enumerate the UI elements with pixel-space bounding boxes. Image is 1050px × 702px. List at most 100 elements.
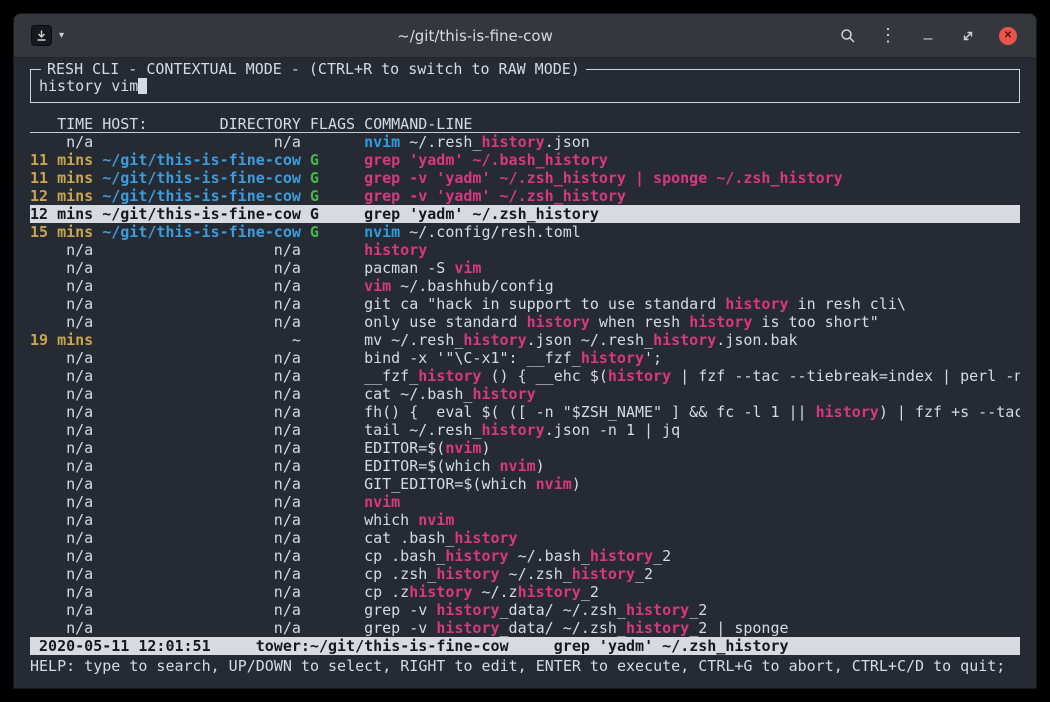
row-command: git ca "hack in support to use standard … <box>364 295 1020 313</box>
row-command: grep -v history_data/ ~/.zsh_history_2 <box>364 601 1020 619</box>
cmd-segment: .json <box>545 133 590 151</box>
history-row[interactable]: n/an/aGIT_EDITOR=$(which nvim) <box>30 475 1020 493</box>
history-row[interactable]: 19 mins~mv ~/.resh_history.json ~/.resh_… <box>30 331 1020 349</box>
row-directory: n/a <box>102 421 301 439</box>
row-command: grep -v history_data/ ~/.zsh_history_2 |… <box>364 619 1020 637</box>
cmd-segment: ) <box>536 457 545 475</box>
titlebar-actions: ⋮ – ✕ <box>834 22 1022 50</box>
history-row[interactable]: n/an/acat ~/.bash_history <box>30 385 1020 403</box>
history-row[interactable]: n/an/agrep -v history_data/ ~/.zsh_histo… <box>30 601 1020 619</box>
history-row[interactable]: n/an/acat .bash_history <box>30 529 1020 547</box>
cmd-segment: _data/ ~/.zsh_ <box>500 619 626 637</box>
cmd-segment: ~/.z <box>472 583 517 601</box>
status-command: grep 'yadm' ~/.zsh_history <box>554 637 789 655</box>
row-flags: G <box>310 169 355 187</box>
cmd-segment: history <box>689 313 752 331</box>
row-time: n/a <box>30 349 93 367</box>
cmd-segment: .json ~/.resh_ <box>527 331 653 349</box>
history-row[interactable]: n/an/acp .bash_history ~/.bash_history_2 <box>30 547 1020 565</box>
history-row[interactable]: n/an/agrep -v history_data/ ~/.zsh_histo… <box>30 619 1020 637</box>
row-time: n/a <box>30 313 93 331</box>
cmd-segment: grep -v <box>364 601 436 619</box>
history-row[interactable]: n/an/anvim ~/.resh_history.json <box>30 133 1020 151</box>
history-row[interactable]: n/an/awhich nvim <box>30 511 1020 529</box>
cmd-segment: history <box>436 565 499 583</box>
row-time: n/a <box>30 457 93 475</box>
minimize-button[interactable]: – <box>914 22 942 50</box>
cmd-segment: git ca "hack in support to use standard <box>364 295 725 313</box>
cmd-segment: | fzf --tac --tiebreak=index | perl -ne <box>671 367 1020 385</box>
cmd-segment: nvim <box>364 133 400 151</box>
history-row[interactable]: n/an/abind -x '"\C-x1": __fzf_history'; <box>30 349 1020 367</box>
cmd-segment: nvim <box>445 439 481 457</box>
history-row[interactable]: n/an/agit ca "hack in support to use sta… <box>30 295 1020 313</box>
row-command: cp .zsh_history ~/.zsh_history_2 <box>364 565 1020 583</box>
row-command: cat ~/.bash_history <box>364 385 1020 403</box>
history-row[interactable]: n/an/atail ~/.resh_history.json -n 1 | j… <box>30 421 1020 439</box>
history-row[interactable]: n/an/ahistory <box>30 241 1020 259</box>
row-flags <box>310 313 355 331</box>
history-row[interactable]: n/an/acp .zhistory ~/.zhistory_2 <box>30 583 1020 601</box>
header-host: HOST: <box>102 115 147 132</box>
search-input[interactable]: history vim <box>39 77 147 95</box>
history-row[interactable]: 11 mins~/git/this-is-fine-cowGgrep 'yadm… <box>30 151 1020 169</box>
row-time: n/a <box>30 259 93 277</box>
history-row-selected[interactable]: 12 mins~/git/this-is-fine-cowGgrep 'yadm… <box>30 205 1020 223</box>
history-row[interactable]: n/an/apacman -S vim <box>30 259 1020 277</box>
cmd-segment: history <box>481 421 544 439</box>
new-tab-button[interactable]: ▾ <box>28 22 67 49</box>
history-row[interactable]: n/an/a__fzf_history () { __ehc $(history… <box>30 367 1020 385</box>
row-command: vim ~/.bashhub/config <box>364 277 1020 295</box>
terminal-content: RESH CLI - CONTEXTUAL MODE - (CTRL+R to … <box>14 59 1036 688</box>
row-time: n/a <box>30 583 93 601</box>
cmd-segment: cp .zsh_ <box>364 565 436 583</box>
cmd-segment: '; <box>644 349 662 367</box>
search-box[interactable]: RESH CLI - CONTEXTUAL MODE - (CTRL+R to … <box>30 69 1020 103</box>
cmd-segment: only use standard <box>364 313 527 331</box>
row-flags <box>310 367 355 385</box>
row-time: n/a <box>30 403 93 421</box>
row-directory: n/a <box>102 547 301 565</box>
cmd-segment: nvim <box>364 493 400 511</box>
row-directory: ~/git/this-is-fine-cow <box>102 169 301 187</box>
row-time: n/a <box>30 493 93 511</box>
cmd-segment: in resh cli\ <box>789 295 906 313</box>
row-time: n/a <box>30 439 93 457</box>
row-flags <box>310 385 355 403</box>
row-directory: n/a <box>102 385 301 403</box>
history-row[interactable]: 15 mins~/git/this-is-fine-cowGnvim ~/.co… <box>30 223 1020 241</box>
row-directory: n/a <box>102 493 301 511</box>
close-button[interactable]: ✕ <box>994 22 1022 50</box>
history-row[interactable]: n/an/aonly use standard history when res… <box>30 313 1020 331</box>
row-directory: n/a <box>102 259 301 277</box>
restore-button[interactable] <box>954 22 982 50</box>
search-button[interactable] <box>834 22 862 50</box>
row-directory: n/a <box>102 313 301 331</box>
row-flags <box>310 457 355 475</box>
history-row[interactable]: n/an/afh() { eval $( ([ -n "$ZSH_NAME" ]… <box>30 403 1020 421</box>
cmd-segment: ~/.bash_ <box>509 547 590 565</box>
history-row[interactable]: n/a n/a nvim <box>30 493 1020 511</box>
cmd-segment: _2 <box>581 583 599 601</box>
cmd-segment: history <box>364 241 427 259</box>
kebab-menu-icon: ⋮ <box>879 25 897 46</box>
cmd-segment: nvim <box>500 457 536 475</box>
history-row[interactable]: n/an/aEDITOR=$(which nvim) <box>30 457 1020 475</box>
row-flags: G <box>310 187 355 205</box>
row-time: n/a <box>30 421 93 439</box>
history-row[interactable]: 12 mins~/git/this-is-fine-cowGgrep -v 'y… <box>30 187 1020 205</box>
history-row[interactable]: 11 mins~/git/this-is-fine-cowGgrep -v 'y… <box>30 169 1020 187</box>
cmd-segment: history <box>436 619 499 637</box>
text-cursor <box>138 78 147 94</box>
row-time: 12 mins <box>30 187 93 205</box>
row-flags: G <box>310 205 355 223</box>
menu-button[interactable]: ⋮ <box>874 22 902 50</box>
history-row[interactable]: n/an/avim ~/.bashhub/config <box>30 277 1020 295</box>
cmd-segment: history <box>608 367 671 385</box>
row-directory: n/a <box>102 403 301 421</box>
history-row[interactable]: n/an/acp .zsh_history ~/.zsh_history_2 <box>30 565 1020 583</box>
cmd-segment: GIT_EDITOR=$(which <box>364 475 536 493</box>
history-row[interactable]: n/an/aEDITOR=$(nvim) <box>30 439 1020 457</box>
row-command: cat .bash_history <box>364 529 1020 547</box>
row-flags <box>310 511 355 529</box>
